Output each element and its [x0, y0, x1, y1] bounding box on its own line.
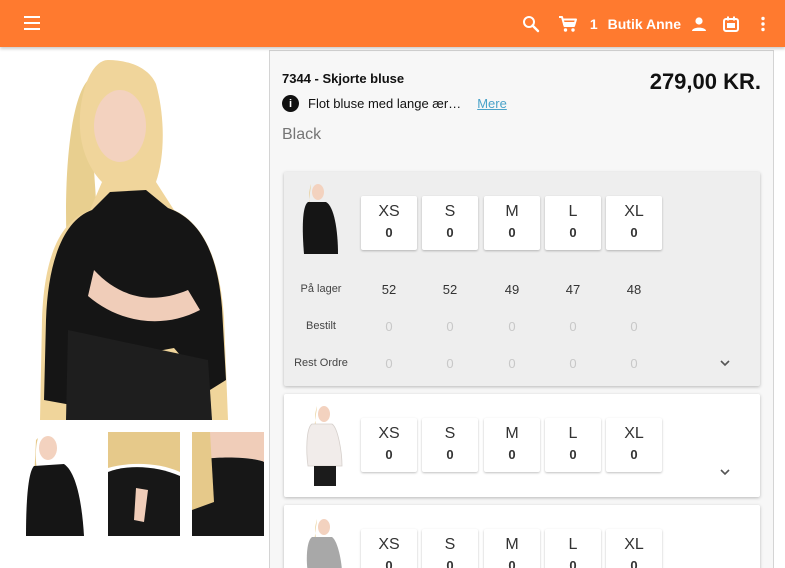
size-option-s[interactable]: S0 [422, 418, 478, 472]
ordered-value: 0 [385, 319, 393, 334]
stock-value: 52 [442, 282, 458, 297]
stock-value: 48 [626, 282, 642, 297]
backorder-value: 0 [508, 356, 516, 371]
variant-card-white[interactable]: XS 0 S0 M0 L0 XL 0 [284, 394, 760, 497]
size-option-l[interactable]: L0 [545, 196, 601, 250]
search-icon[interactable] [519, 12, 543, 36]
hamburger-menu-icon[interactable] [21, 13, 43, 33]
color-name: Black [282, 126, 322, 143]
store-icon[interactable] [719, 12, 743, 36]
backorder-value: 0 [446, 356, 454, 371]
backorder-value: 0 [569, 356, 577, 371]
size-option-xs[interactable]: XS 0 [361, 418, 417, 472]
size-option-m[interactable]: M0 [484, 529, 540, 568]
product-title: 7344 - Skjorte bluse [282, 71, 405, 86]
chevron-down-icon[interactable] [717, 355, 733, 371]
stock-value: 49 [504, 282, 520, 297]
size-option-xl[interactable]: XL 0 [606, 529, 662, 568]
app-bar: 1 Butik Anne [0, 0, 785, 47]
stock-value: 52 [381, 282, 397, 297]
more-link[interactable]: Mere [477, 96, 507, 111]
ordered-value: 0 [508, 319, 516, 334]
product-description: Flot bluse med lange ær… [308, 96, 462, 111]
size-option-s[interactable]: S0 [422, 196, 478, 250]
size-option-xl[interactable]: XL 0 [606, 196, 662, 250]
more-vert-icon[interactable] [751, 12, 775, 36]
thumbnail-gallery [24, 432, 264, 536]
stock-value: 47 [565, 282, 581, 297]
size-option-xs[interactable]: XS 0 [361, 529, 417, 568]
size-option-m[interactable]: M0 [484, 196, 540, 250]
thumbnail-image[interactable] [108, 432, 180, 536]
ordered-value: 0 [446, 319, 454, 334]
row-label-ordered: Bestilt [306, 320, 336, 332]
info-icon: i [282, 95, 299, 112]
variant-thumbnail [298, 513, 352, 568]
cart-count[interactable]: 1 [590, 16, 598, 32]
backorder-value: 0 [385, 356, 393, 371]
app-bar-actions: 1 Butik Anne [519, 0, 775, 47]
backorder-value: 0 [630, 356, 638, 371]
size-option-l[interactable]: L0 [545, 529, 601, 568]
shopping-cart-icon[interactable] [556, 12, 580, 36]
size-option-xs[interactable]: XS 0 [361, 196, 417, 250]
size-option-xl[interactable]: XL 0 [606, 418, 662, 472]
product-main-image[interactable] [28, 60, 250, 420]
ordered-value: 0 [569, 319, 577, 334]
size-option-m[interactable]: M0 [484, 418, 540, 472]
chevron-down-icon[interactable] [717, 464, 733, 480]
product-detail-panel: 7344 - Skjorte bluse 279,00 KR. i Flot b… [269, 50, 774, 568]
variant-thumbnail [298, 402, 352, 492]
user-name[interactable]: Butik Anne [608, 16, 681, 32]
thumbnail-image[interactable] [24, 432, 96, 536]
person-icon[interactable] [687, 12, 711, 36]
ordered-value: 0 [630, 319, 638, 334]
variant-card-grey[interactable]: XS 0 S0 M0 L0 XL 0 [284, 505, 760, 568]
thumbnail-image[interactable] [192, 432, 264, 536]
row-label-backorder: Rest Ordre [294, 357, 348, 369]
variant-thumbnail [298, 180, 352, 254]
size-option-l[interactable]: L0 [545, 418, 601, 472]
product-description-row: i Flot bluse med lange ær… Mere [282, 95, 507, 112]
row-label-stock: På lager [300, 283, 342, 295]
product-price: 279,00 KR. [649, 69, 761, 94]
variant-card-black[interactable]: XS 0 S0 M0 L0 XL 0 På lager 52 52 49 47 48… [284, 172, 760, 386]
size-option-s[interactable]: S0 [422, 529, 478, 568]
